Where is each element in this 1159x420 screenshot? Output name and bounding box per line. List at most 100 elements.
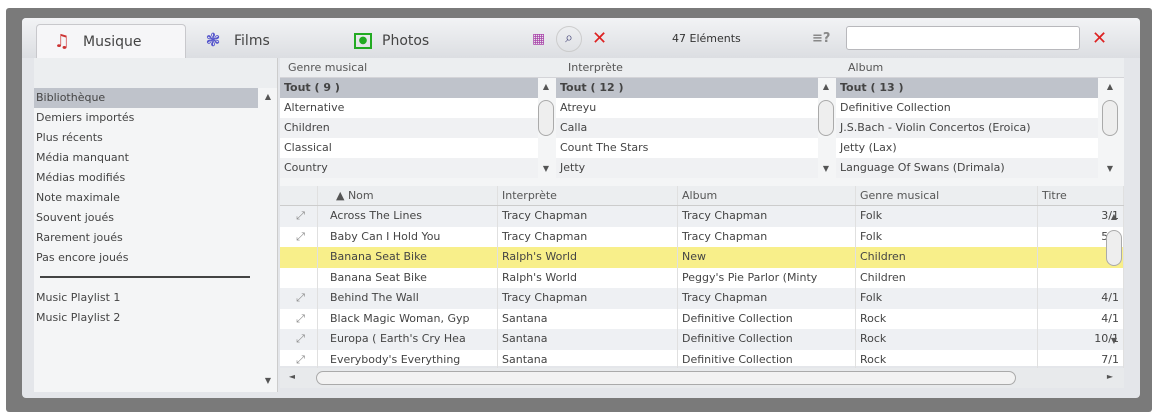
table-cell: Europa ( Earth's Cry Hea	[318, 329, 498, 350]
search-icon[interactable]: ⌕	[556, 26, 582, 52]
scrollbar-thumb[interactable]	[818, 100, 834, 136]
media-library-window: ♫ Musique ❃ Films ● Photos ▦ ⌕ ✕ 47 Elément…	[22, 18, 1140, 398]
scroll-down-icon[interactable]: ▼	[538, 164, 554, 173]
filter-item[interactable]: Count The Stars	[556, 138, 818, 158]
column-genre[interactable]: Genre musical	[856, 186, 1038, 205]
track-status-icon: ⤢	[280, 206, 318, 227]
scroll-up-icon[interactable]: ▲	[260, 92, 276, 101]
scroll-down-icon[interactable]: ▼	[1106, 336, 1122, 345]
table-row[interactable]: ⤢ Across The Lines Tracy Chapman Tracy Chap…	[280, 206, 1124, 227]
filter-item[interactable]: J.S.Bach - Violin Concertos (Eroica)	[836, 118, 1098, 138]
filter-item[interactable]: Children	[280, 118, 538, 138]
sidebar-item[interactable]: Médias modifiés	[34, 168, 258, 188]
sidebar-item[interactable]: Pas encore joués	[34, 248, 258, 268]
table-cell: Black Magic Woman, Gyp	[318, 308, 498, 329]
filter-item[interactable]: Tout ( 12 )	[556, 78, 818, 98]
track-status-icon	[280, 247, 318, 268]
filter-item[interactable]: Calla	[556, 118, 818, 138]
table-row[interactable]: ⤢ Baby Can I Hold You Tracy Chapman Tracy C…	[280, 226, 1124, 247]
sidebar-item[interactable]: Rarement joués	[34, 228, 258, 248]
scroll-up-icon[interactable]: ▲	[538, 82, 554, 91]
table-cell: Across The Lines	[318, 206, 498, 227]
table-row[interactable]: ⤢ Europa ( Earth's Cry Hea Santana Definiti…	[280, 329, 1124, 350]
table-cell: New	[678, 247, 856, 268]
search-help-icon[interactable]: ≡?	[812, 28, 830, 50]
table-row[interactable]: ⤢ Black Magic Woman, Gyp Santana Definitive…	[280, 308, 1124, 329]
filter-interprete: Interprète ▲ ▼ Tout ( 12 ) Atreyu Calla Cou…	[538, 58, 818, 188]
calendar-icon[interactable]: ▦	[532, 28, 545, 50]
filter-item[interactable]: Definitive Collection	[836, 98, 1098, 118]
filter-item[interactable]: Classical	[280, 138, 538, 158]
tab-films[interactable]: ❃ Films	[188, 24, 308, 58]
sidebar-item-bibliotheque[interactable]: Bibliothèque	[34, 88, 258, 108]
sidebar-item[interactable]: Plus récents	[34, 128, 258, 148]
clear-search-icon[interactable]: ✕	[1092, 28, 1107, 50]
sidebar-item[interactable]: Souvent joués	[34, 208, 258, 228]
table-cell	[1038, 267, 1124, 288]
sidebar-item[interactable]: Note maximale	[34, 188, 258, 208]
table-row[interactable]: ⤢ Behind The Wall Tracy Chapman Tracy Chapm…	[280, 288, 1124, 309]
scroll-up-icon[interactable]: ▲	[1102, 82, 1118, 91]
search-input[interactable]	[846, 26, 1080, 50]
filter-header: Interprète	[538, 58, 818, 78]
scroll-left-icon[interactable]: ◄	[284, 372, 300, 381]
filter-item[interactable]: Atreyu	[556, 98, 818, 118]
filter-header: Genre musical	[280, 58, 538, 78]
scroll-up-icon[interactable]: ▲	[818, 82, 834, 91]
film-reel-icon: ❃	[205, 30, 221, 51]
table-cell: Definitive Collection	[678, 329, 856, 350]
tab-photos[interactable]: ● Photos	[340, 24, 490, 58]
sidebar-item[interactable]: Demiers importés	[34, 108, 258, 128]
scroll-right-icon[interactable]: ►	[1102, 372, 1118, 381]
table-cell: Tracy Chapman	[498, 288, 678, 309]
table-cell: Children	[856, 267, 1038, 288]
divider	[40, 276, 250, 278]
scroll-down-icon[interactable]: ▼	[1102, 164, 1118, 173]
column-interprete[interactable]: Interprète	[498, 186, 678, 205]
horizontal-scrollbar[interactable]: ◄ ►	[280, 368, 1124, 388]
table-cell: Folk	[856, 288, 1038, 309]
track-status-icon: ⤢	[280, 226, 318, 247]
filter-item[interactable]: Tout ( 13 )	[836, 78, 1098, 98]
clear-filter-icon[interactable]: ✕	[592, 28, 607, 50]
table-cell: Children	[856, 247, 1038, 268]
table-row[interactable]: Banana Seat Bike Ralph's World Peggy's Pie…	[280, 267, 1124, 288]
column-album[interactable]: Album	[678, 186, 856, 205]
table-cell: Rock	[856, 349, 1038, 370]
table-cell: Rock	[856, 329, 1038, 350]
table-cell: Definitive Collection	[678, 308, 856, 329]
sidebar-header	[34, 58, 277, 88]
tab-musique[interactable]: ♫ Musique	[36, 24, 186, 58]
table-row[interactable]: Banana Seat Bike Ralph's World New Children	[280, 247, 1124, 268]
table-row[interactable]: ⤢ Everybody's Everything Santana Definitive…	[280, 349, 1124, 370]
filter-item[interactable]: Alternative	[280, 98, 538, 118]
table-cell: Tracy Chapman	[678, 206, 856, 227]
column-nom[interactable]: ▲ Nom	[318, 186, 498, 205]
track-table: ▲ Nom Interprète Album Genre musical Tit…	[280, 186, 1124, 370]
sidebar: Bibliothèque Demiers importés Plus récen…	[34, 58, 278, 392]
table-cell: Santana	[498, 329, 678, 350]
playlist-item[interactable]: Music Playlist 1	[34, 288, 258, 308]
filter-item[interactable]: Tout ( 9 )	[280, 78, 538, 98]
scroll-down-icon[interactable]: ▼	[260, 376, 276, 385]
table-cell: Tracy Chapman	[678, 288, 856, 309]
filter-item[interactable]: Jetty (Lax)	[836, 138, 1098, 158]
filter-item[interactable]: Country	[280, 158, 538, 178]
table-cell: 7/1	[1038, 349, 1124, 370]
column-titre[interactable]: Titre	[1038, 186, 1124, 205]
scroll-down-icon[interactable]: ▼	[818, 164, 834, 173]
scrollbar-thumb[interactable]	[1106, 230, 1122, 266]
filter-genre: Genre musical Tout ( 9 ) Alternative Child…	[280, 58, 538, 188]
sidebar-item[interactable]: Média manquant	[34, 148, 258, 168]
scroll-up-icon[interactable]: ▲	[1106, 212, 1122, 221]
playlist-item[interactable]: Music Playlist 2	[34, 308, 258, 328]
table-header: ▲ Nom Interprète Album Genre musical Tit…	[280, 186, 1124, 206]
filter-item[interactable]: Jetty	[556, 158, 818, 178]
photo-icon: ●	[354, 33, 372, 49]
filter-item[interactable]: Language Of Swans (Drimala)	[836, 158, 1098, 178]
scrollbar-thumb[interactable]	[1102, 100, 1118, 136]
scrollbar-thumb[interactable]	[316, 371, 1016, 385]
scrollbar-thumb[interactable]	[538, 100, 554, 136]
track-status-icon: ⤢	[280, 329, 318, 350]
table-cell: Tracy Chapman	[498, 206, 678, 227]
